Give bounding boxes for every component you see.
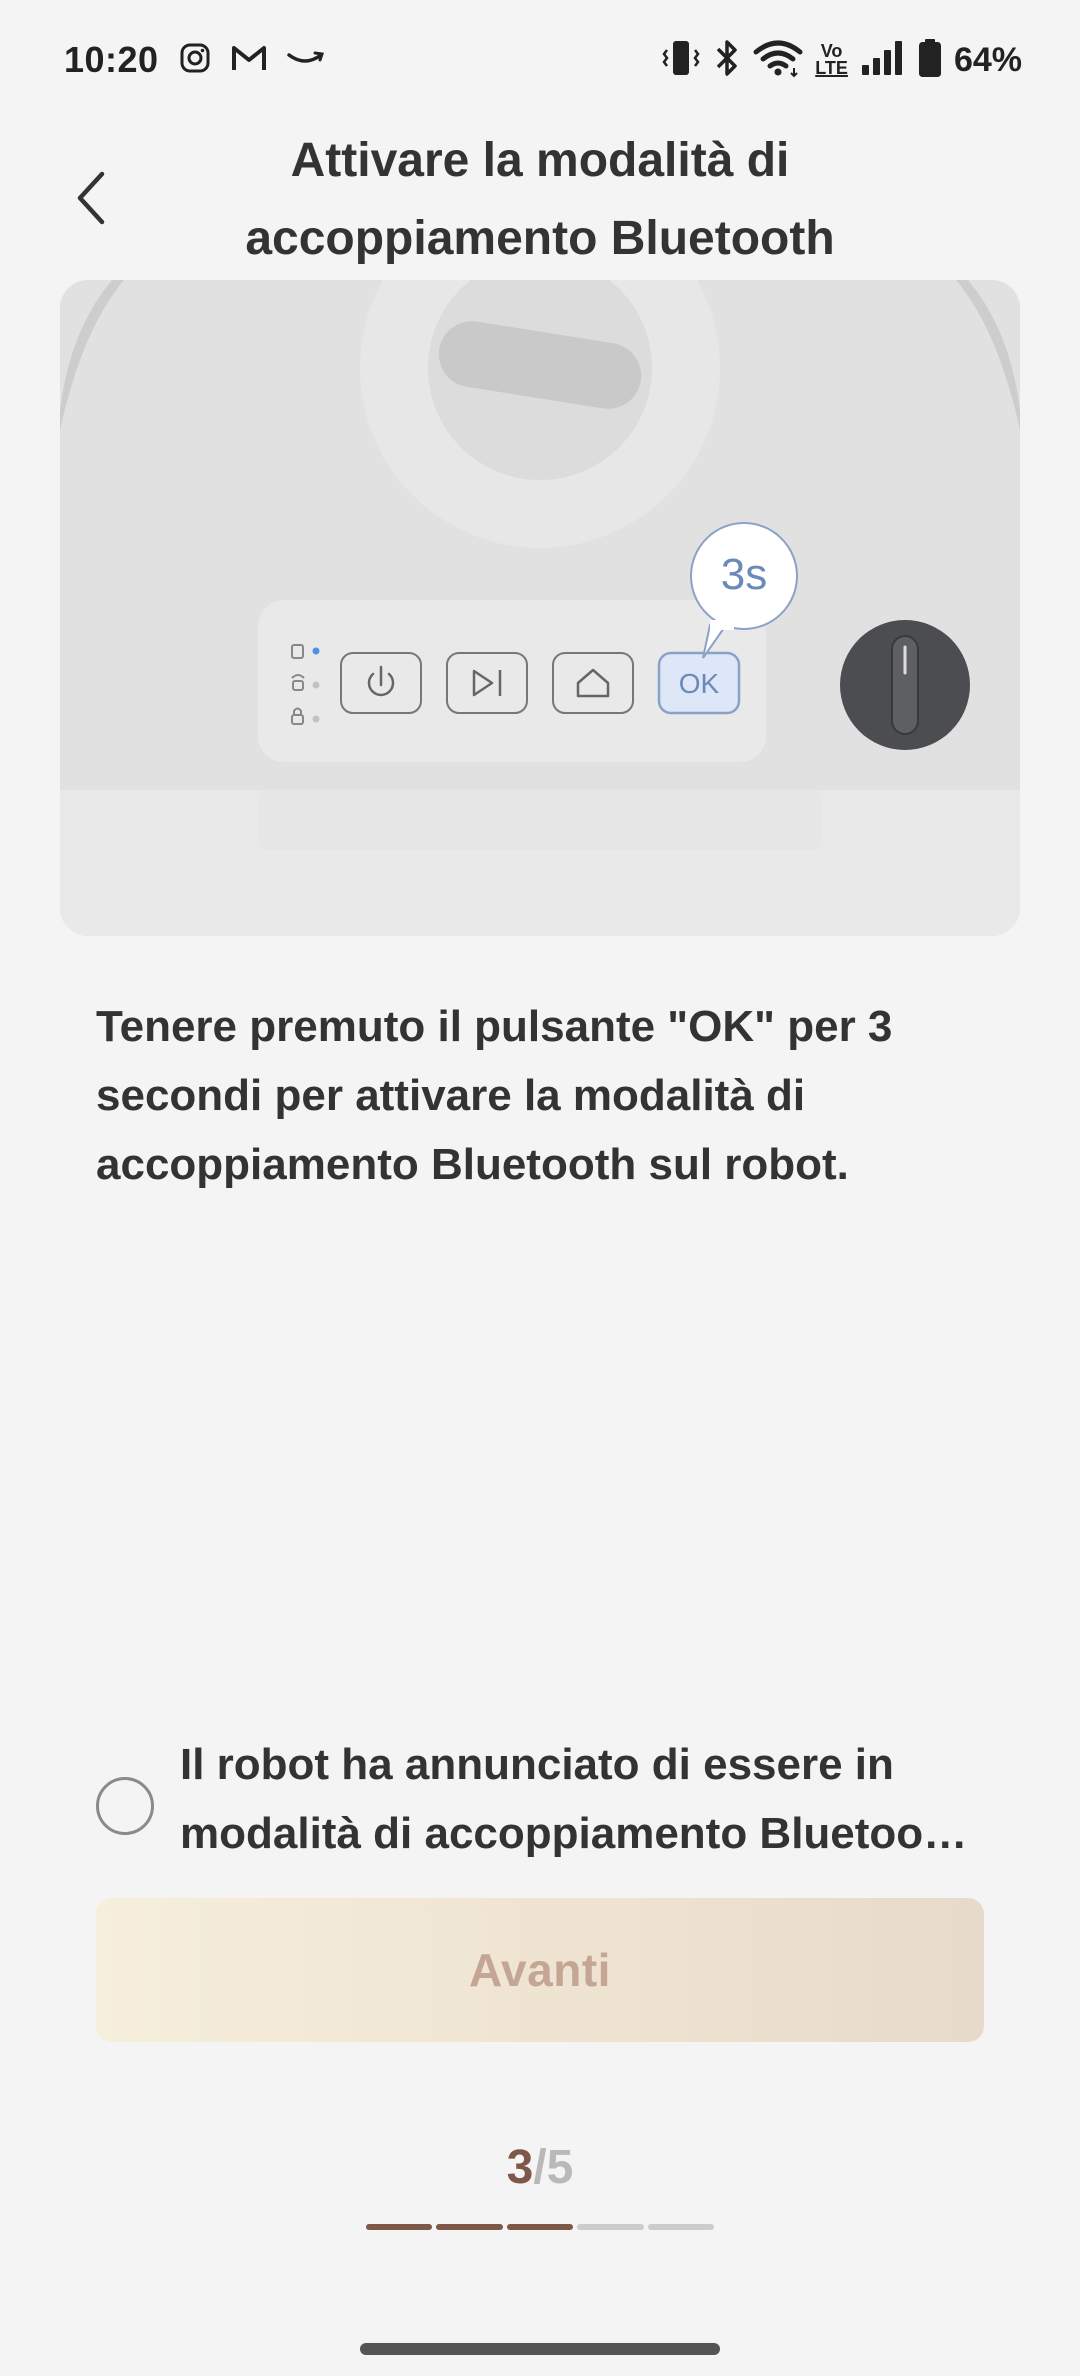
ok-label: OK <box>679 668 720 699</box>
chevron-left-icon <box>72 168 112 233</box>
status-time: 10:20 <box>64 39 159 80</box>
step-bar-3 <box>506 2224 574 2230</box>
step-bar-5 <box>647 2224 715 2230</box>
vibrate-icon <box>661 38 701 83</box>
battery-icon <box>918 38 942 83</box>
header: Attivare la modalità di accoppiamento Bl… <box>0 120 1080 280</box>
side-switch <box>840 620 970 750</box>
page-title: Attivare la modalità di accoppiamento Bl… <box>245 134 835 265</box>
robot-illustration: OK 3s <box>60 280 1020 936</box>
step-bar-4 <box>577 2224 644 2230</box>
power-button <box>340 652 422 714</box>
volte-icon: Vo LTE <box>815 42 848 78</box>
step-current: 3 <box>506 2141 534 2194</box>
status-right: Vo LTE 64% <box>661 38 1022 83</box>
status-left: 10:20 <box>64 39 325 81</box>
instruction-text: Tenere premuto il pulsante "OK" per 3 se… <box>96 1002 893 1189</box>
signal-icon <box>860 39 906 82</box>
back-button[interactable] <box>62 160 122 240</box>
home-indicator[interactable] <box>360 2343 720 2355</box>
bluetooth-icon <box>713 38 741 83</box>
gmail-icon <box>231 43 267 78</box>
amazon-icon <box>286 47 325 74</box>
screen: 10:20 Vo LTE 64% Attivare la modalità di… <box>0 0 1080 2376</box>
step-total: 5 <box>546 2141 574 2194</box>
ok-button: OK <box>657 651 741 715</box>
confirmation-label: Il robot ha annunciato di essere in moda… <box>180 1740 968 1858</box>
step-bar-1 <box>366 2224 433 2230</box>
instagram-icon <box>179 42 211 79</box>
callout-text: 3s <box>721 550 767 599</box>
play-button <box>446 652 528 714</box>
status-bar: 10:20 Vo LTE 64% <box>0 0 1080 120</box>
step-separator: / <box>533 2141 547 2194</box>
wifi-icon <box>753 38 803 83</box>
step-progress-bars <box>366 2224 715 2230</box>
confirmation-radio[interactable] <box>96 1777 154 1835</box>
volte-bottom-label: LTE <box>815 58 848 78</box>
home-button <box>552 652 634 714</box>
step-bar-2 <box>436 2224 503 2230</box>
battery-percentage: 64% <box>953 40 1022 79</box>
next-button-label: Avanti <box>469 1944 611 1996</box>
next-button[interactable]: Avanti <box>96 1898 984 2042</box>
confirmation-checkbox-row[interactable]: Il robot ha annunciato di essere in moda… <box>96 1730 996 1880</box>
step-counter: 3/5 <box>0 2140 1080 2195</box>
